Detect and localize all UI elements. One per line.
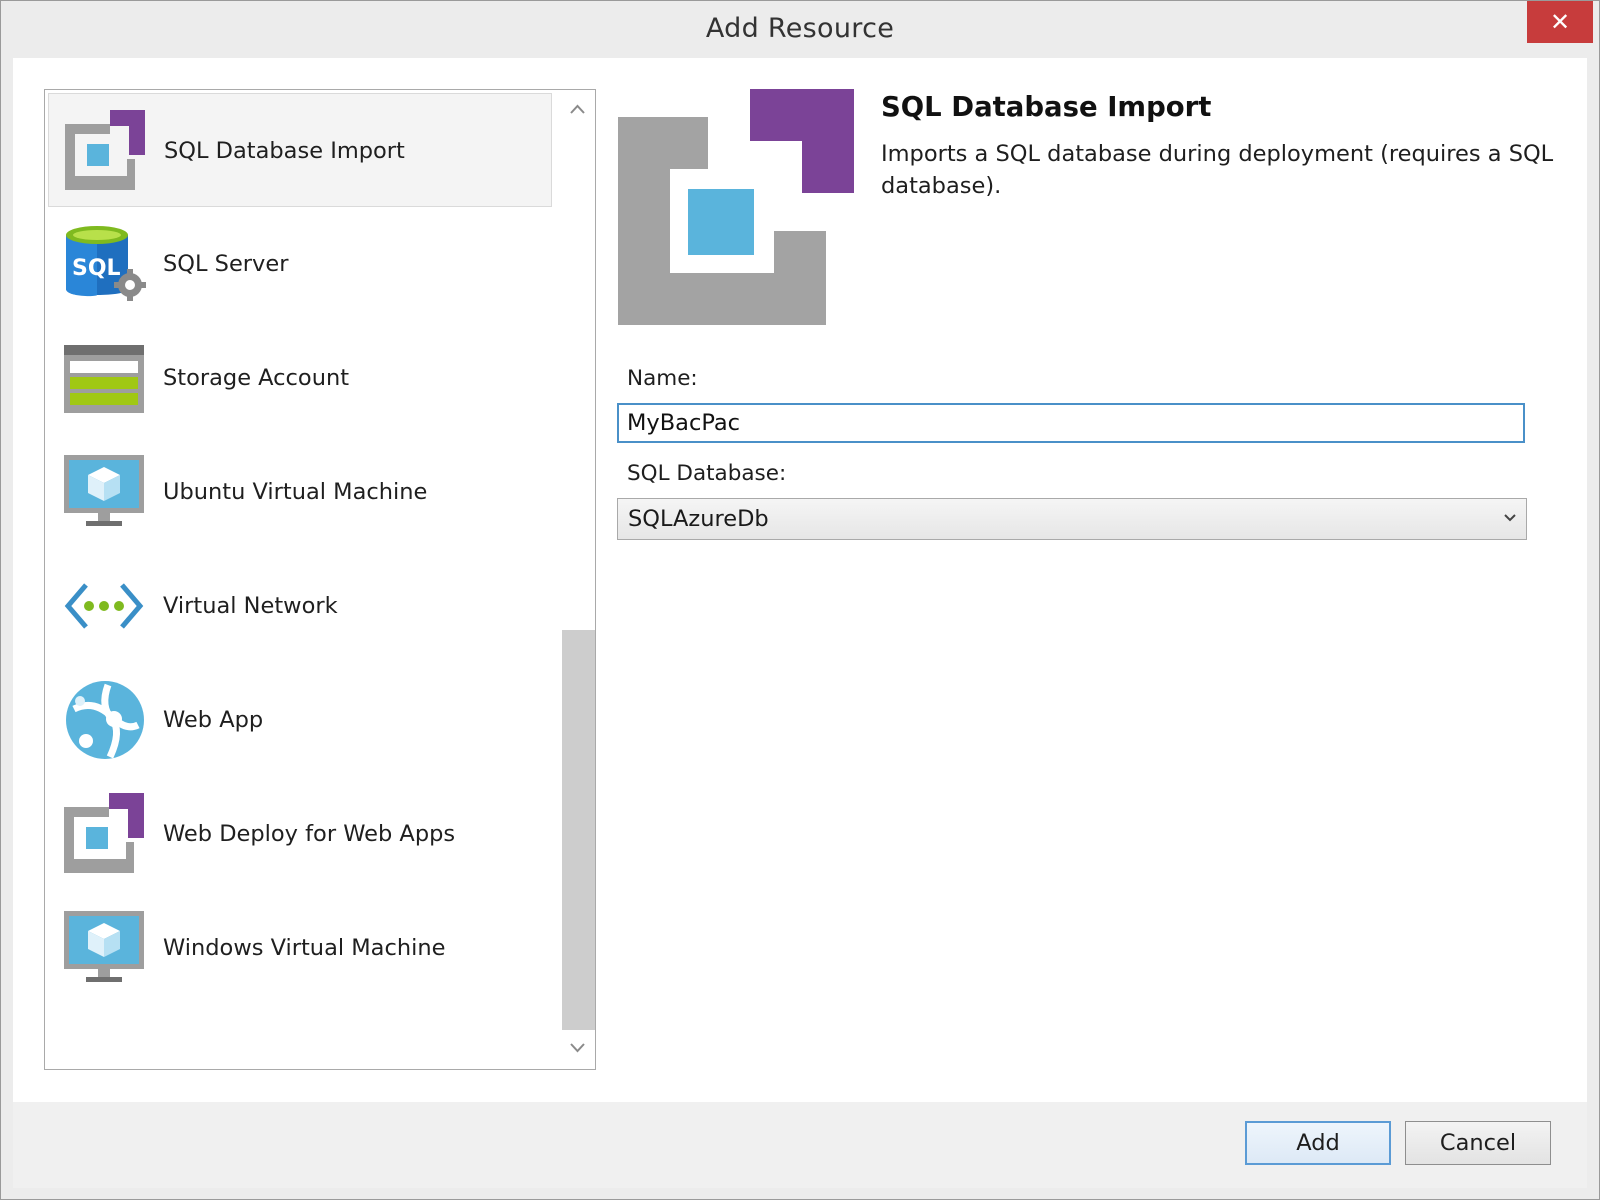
sql-database-import-icon — [65, 110, 145, 190]
resource-item-label: Windows Virtual Machine — [163, 935, 446, 961]
resource-item-label: SQL Server — [163, 251, 289, 277]
close-button[interactable]: ✕ — [1527, 1, 1593, 43]
resource-item-label: Ubuntu Virtual Machine — [163, 479, 428, 505]
scrollbar-thumb[interactable] — [562, 630, 595, 1030]
virtual-machine-icon — [64, 455, 144, 526]
web-deploy-icon — [64, 793, 144, 873]
virtual-network-icon — [64, 583, 144, 629]
storage-account-icon — [64, 345, 144, 413]
sql-badge-text: SQL — [72, 256, 121, 281]
chevron-down-icon[interactable] — [560, 1033, 595, 1063]
resource-item-label: Virtual Network — [163, 593, 338, 619]
name-input[interactable] — [617, 403, 1525, 443]
chevron-down-icon — [1504, 514, 1516, 522]
resource-item-label: Web Deploy for Web Apps — [163, 821, 456, 847]
sql-server-icon: SQL — [66, 226, 146, 301]
title-bar: Add Resource ✕ — [1, 1, 1599, 58]
resource-item-label: SQL Database Import — [164, 138, 405, 164]
web-app-icon — [66, 681, 144, 759]
detail-title: SQL Database Import — [881, 91, 1212, 123]
resource-item-windows-vm[interactable]: Windows Virtual Machine — [48, 891, 552, 1005]
sql-database-import-icon — [618, 89, 854, 325]
detail-description: Imports a SQL database during deployment… — [881, 141, 1554, 199]
virtual-machine-icon — [64, 911, 144, 982]
resource-item-web-app[interactable]: Web App — [48, 663, 552, 777]
resource-item-virtual-network[interactable]: Virtual Network — [48, 549, 552, 663]
sql-database-selected-value: SQLAzureDb — [628, 506, 769, 532]
resource-item-sql-server[interactable]: SQL SQL Server — [48, 207, 552, 321]
resource-item-label: Web App — [163, 707, 264, 733]
dialog-body: SQL Database Import SQL SQL Server Stora… — [13, 58, 1587, 1102]
chevron-up-icon[interactable] — [560, 94, 595, 124]
add-resource-dialog: Add Resource ✕ SQL Database Import SQL S… — [0, 0, 1600, 1200]
resource-item-storage-account[interactable]: Storage Account — [48, 321, 552, 435]
add-button[interactable]: Add — [1245, 1121, 1391, 1165]
list-scrollbar[interactable] — [560, 90, 595, 1069]
name-label: Name: — [627, 366, 698, 391]
cancel-button[interactable]: Cancel — [1405, 1121, 1551, 1165]
resource-item-sql-database-import[interactable]: SQL Database Import — [48, 93, 552, 207]
resource-item-label: Storage Account — [163, 365, 350, 391]
window-title: Add Resource — [705, 13, 895, 44]
sql-database-dropdown[interactable]: SQLAzureDb — [617, 498, 1527, 540]
resource-list[interactable]: SQL Database Import SQL SQL Server Stora… — [44, 89, 596, 1070]
sql-database-label: SQL Database: — [627, 461, 787, 486]
resource-item-web-deploy[interactable]: Web Deploy for Web Apps — [48, 777, 552, 891]
resource-item-ubuntu-vm[interactable]: Ubuntu Virtual Machine — [48, 435, 552, 549]
